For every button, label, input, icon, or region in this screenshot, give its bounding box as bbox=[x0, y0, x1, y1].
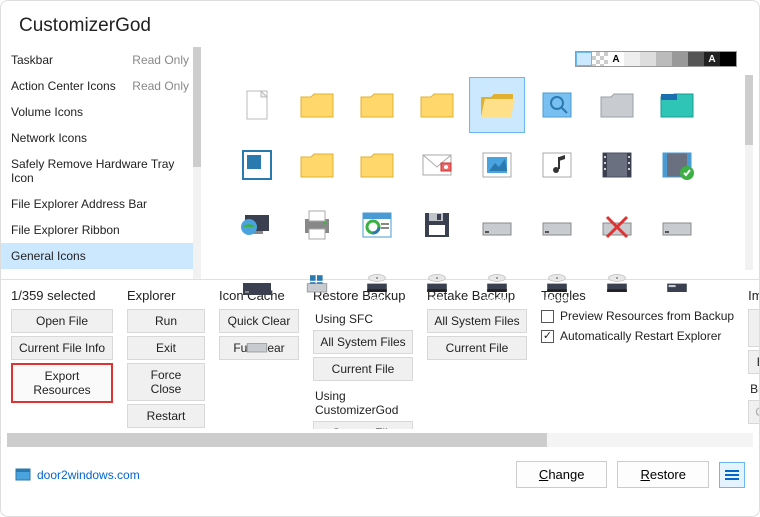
control-panel-icon[interactable] bbox=[349, 197, 405, 253]
sidebar-item[interactable]: File Explorer Address Bar bbox=[1, 191, 201, 217]
app-title: CustomizerGod bbox=[1, 1, 759, 47]
view-mode-cell[interactable] bbox=[720, 52, 736, 66]
restore-button[interactable]: Restore bbox=[617, 461, 709, 488]
sidebar-item[interactable]: Taskbar Read Only bbox=[1, 47, 201, 73]
dvd-drive-icon[interactable]: DVD bbox=[349, 257, 405, 313]
folder-gray-icon[interactable] bbox=[589, 77, 645, 133]
restore-sub-cg: Using CustomizerGod bbox=[315, 389, 413, 417]
drive-icon[interactable] bbox=[229, 317, 285, 373]
printer-icon[interactable] bbox=[289, 197, 345, 253]
drive-dark-icon[interactable] bbox=[229, 257, 285, 313]
selection-col: 1/359 selected Open File Current File Inf… bbox=[11, 288, 113, 425]
exit-button[interactable]: Exit bbox=[127, 336, 205, 360]
music-icon[interactable] bbox=[529, 137, 585, 193]
view-mode-cell[interactable]: A bbox=[704, 52, 720, 66]
export-resources-button[interactable]: Export Resources bbox=[11, 363, 113, 403]
view-mode-cell[interactable] bbox=[624, 52, 640, 66]
sidebar-item[interactable]: Action Center Icons Read Only bbox=[1, 73, 201, 99]
dvd-ram-drive-icon[interactable]: DVD-RAM bbox=[469, 257, 525, 313]
menu-button[interactable] bbox=[719, 462, 745, 488]
drive-icon[interactable] bbox=[469, 197, 525, 253]
current-file-info-button[interactable]: Current File Info bbox=[11, 336, 113, 360]
restart-button[interactable]: Restart bbox=[127, 404, 205, 428]
sidebar-item[interactable]: File Explorer Ribbon bbox=[1, 217, 201, 243]
folder-icon[interactable] bbox=[349, 77, 405, 133]
change-label-rest: hange bbox=[548, 467, 584, 482]
view-mode-selector[interactable]: AA bbox=[575, 51, 737, 67]
sidebar-item[interactable]: General Icons bbox=[1, 243, 201, 269]
document-icon[interactable] bbox=[229, 77, 285, 133]
icon-scrollbar-thumb[interactable] bbox=[745, 75, 753, 145]
icon-grid-area: AA DVDDVD-RDVD-RAMDVD-ROMDVD-RW bbox=[201, 47, 759, 279]
view-mode-cell[interactable] bbox=[656, 52, 672, 66]
footer-link-text: door2windows.com bbox=[37, 468, 140, 482]
sidebar-item[interactable]: Volume Icons bbox=[1, 99, 201, 125]
bottom-hscroll-thumb[interactable] bbox=[7, 433, 547, 447]
sidebar-item-label: File Explorer Ribbon bbox=[11, 223, 120, 237]
drive-icon[interactable] bbox=[529, 197, 585, 253]
sidebar-item-label: Action Center Icons bbox=[11, 79, 116, 93]
floppy-icon[interactable] bbox=[409, 197, 465, 253]
current-file-button[interactable]: Current File bbox=[313, 421, 413, 429]
sidebar-item-label: Network Icons bbox=[11, 131, 87, 145]
sidebar-item-label: Safely Remove Hardware Tray Icon bbox=[11, 157, 189, 185]
selection-title: 1/359 selected bbox=[11, 288, 113, 303]
explorer-title: Explorer bbox=[127, 288, 205, 303]
dvd-rom-drive-icon[interactable]: DVD-ROM bbox=[529, 257, 585, 313]
sidebar-item-label: Volume Icons bbox=[11, 105, 83, 119]
drive-dark-icon[interactable] bbox=[649, 257, 705, 313]
readonly-label: Read Only bbox=[132, 79, 189, 93]
dvd-rw-drive-icon[interactable]: DVD-RW bbox=[589, 257, 645, 313]
view-mode-cell[interactable]: A bbox=[608, 52, 624, 66]
mail-icon[interactable] bbox=[409, 137, 465, 193]
view-mode-cell[interactable] bbox=[592, 52, 608, 66]
sidebar-item-label: File Explorer Address Bar bbox=[11, 197, 147, 211]
monitor-globe-icon[interactable] bbox=[229, 197, 285, 253]
folder-icon[interactable] bbox=[289, 137, 345, 193]
sidebar: Taskbar Read Only Action Center Icons Read … bbox=[1, 47, 201, 279]
picture-icon[interactable] bbox=[469, 137, 525, 193]
search-folder-icon[interactable] bbox=[529, 77, 585, 133]
folder-teal-icon[interactable] bbox=[649, 77, 705, 133]
sidebar-item[interactable]: Safely Remove Hardware Tray Icon bbox=[1, 151, 201, 191]
app-window-icon[interactable] bbox=[229, 137, 285, 193]
folder-icon[interactable] bbox=[289, 77, 345, 133]
bitmap-sub: Bitmap F bbox=[750, 382, 759, 396]
change-button[interactable]: Change bbox=[516, 461, 608, 488]
sidebar-item[interactable]: Network Icons bbox=[1, 125, 201, 151]
dvd-r-drive-icon[interactable]: DVD-R bbox=[409, 257, 465, 313]
view-mode-cell[interactable] bbox=[640, 52, 656, 66]
drive-icon[interactable] bbox=[649, 197, 705, 253]
window-icon bbox=[15, 467, 31, 483]
footer: door2windows.com Change Restore bbox=[1, 451, 759, 498]
video-icon[interactable] bbox=[589, 137, 645, 193]
folder-icon[interactable] bbox=[349, 137, 405, 193]
explorer-col: Explorer Run Exit Force Close Restart bbox=[127, 288, 205, 425]
video-sync-icon[interactable] bbox=[649, 137, 705, 193]
sidebar-item-label: Taskbar bbox=[11, 53, 53, 67]
folder-icon[interactable] bbox=[409, 77, 465, 133]
view-mode-cell[interactable] bbox=[672, 52, 688, 66]
open-file-button[interactable]: Open File bbox=[11, 309, 113, 333]
view-mode-cell[interactable] bbox=[688, 52, 704, 66]
run-button[interactable]: Run bbox=[127, 309, 205, 333]
original-button[interactable]: Original bbox=[748, 400, 759, 424]
restore-label-rest: estore bbox=[650, 467, 686, 482]
sidebar-scrollbar-thumb[interactable] bbox=[193, 47, 201, 167]
view-mode-cell[interactable] bbox=[576, 52, 592, 66]
footer-link[interactable]: door2windows.com bbox=[15, 467, 140, 483]
windows-drive-icon[interactable] bbox=[289, 257, 345, 313]
folder-open-icon[interactable] bbox=[469, 77, 525, 133]
drive-error-icon[interactable] bbox=[589, 197, 645, 253]
force-close-button[interactable]: Force Close bbox=[127, 363, 205, 401]
bottom-hscroll-track[interactable] bbox=[7, 433, 753, 447]
sidebar-item-label: General Icons bbox=[11, 249, 86, 263]
readonly-label: Read Only bbox=[132, 53, 189, 67]
